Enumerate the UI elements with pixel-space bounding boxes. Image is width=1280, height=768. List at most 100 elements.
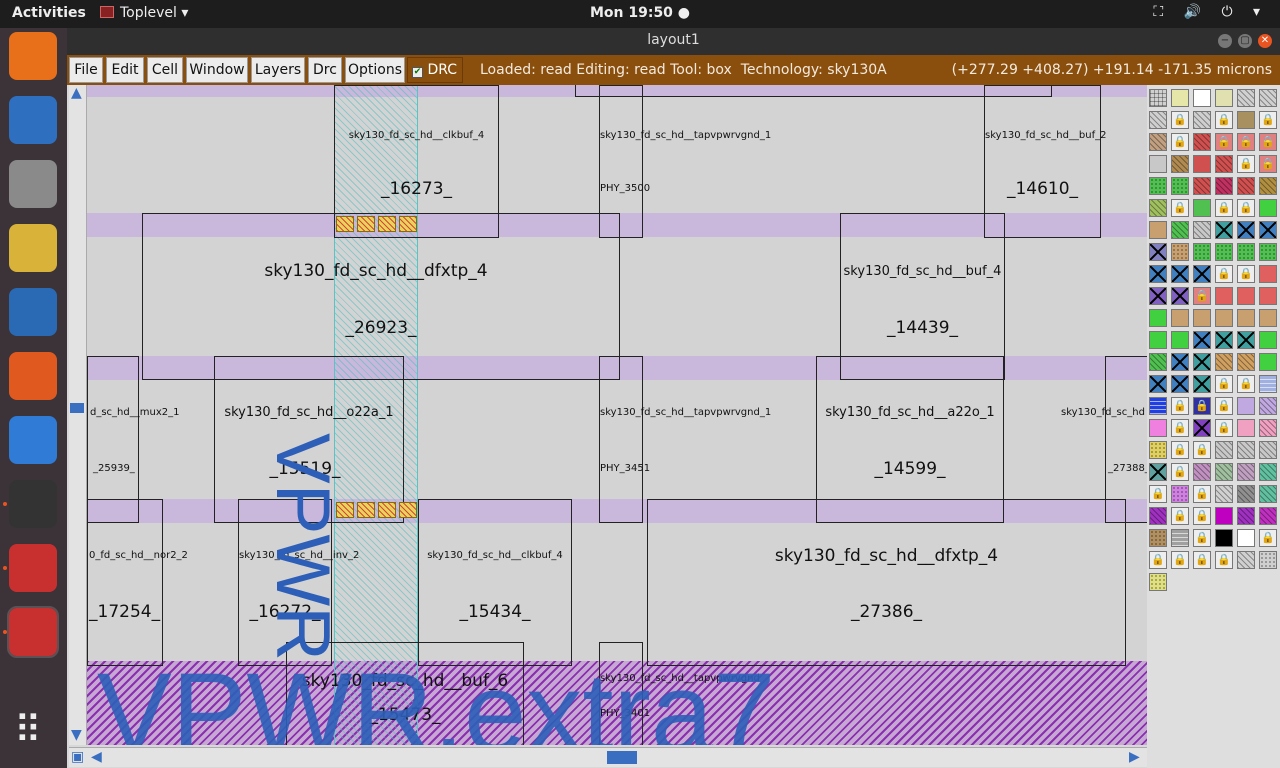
layer-swatch[interactable]: [1149, 573, 1167, 591]
layer-swatch[interactable]: [1259, 309, 1277, 327]
layer-swatch[interactable]: [1149, 243, 1167, 261]
layer-swatch[interactable]: [1215, 463, 1233, 481]
menu-layers[interactable]: Layers: [251, 57, 305, 83]
layer-swatch[interactable]: [1237, 441, 1255, 459]
layer-lock-icon[interactable]: 🔒: [1171, 551, 1189, 569]
layer-swatch[interactable]: [1171, 353, 1189, 371]
layer-lock-icon[interactable]: 🔒: [1215, 199, 1233, 217]
layer-swatch[interactable]: [1171, 89, 1189, 107]
layer-swatch[interactable]: [1215, 507, 1233, 525]
layer-swatch[interactable]: [1259, 287, 1277, 305]
layer-swatch[interactable]: [1237, 331, 1255, 349]
layer-swatch[interactable]: [1237, 419, 1255, 437]
layer-swatch[interactable]: [1237, 221, 1255, 239]
menu-drc[interactable]: Drc: [308, 57, 342, 83]
layer-lock-icon[interactable]: 🔒: [1193, 529, 1211, 547]
layer-swatch[interactable]: [1259, 441, 1277, 459]
layer-swatch[interactable]: [1237, 287, 1255, 305]
layer-lock-icon[interactable]: 🔒: [1171, 441, 1189, 459]
layer-swatch[interactable]: [1193, 463, 1211, 481]
layer-lock-icon[interactable]: 🔒: [1259, 133, 1277, 151]
layer-swatch[interactable]: [1259, 463, 1277, 481]
layer-swatch[interactable]: [1171, 177, 1189, 195]
layer-lock-icon[interactable]: 🔒: [1237, 265, 1255, 283]
layer-swatch[interactable]: [1149, 397, 1167, 415]
layer-lock-icon[interactable]: 🔒: [1193, 441, 1211, 459]
scroll-down-icon[interactable]: ▼: [71, 727, 82, 743]
layer-swatch[interactable]: [1259, 221, 1277, 239]
menu-options[interactable]: Options: [345, 57, 405, 83]
layer-swatch[interactable]: [1215, 529, 1233, 547]
layer-lock-icon[interactable]: 🔒: [1171, 199, 1189, 217]
layer-swatch[interactable]: [1149, 331, 1167, 349]
layer-lock-icon[interactable]: 🔒: [1215, 375, 1233, 393]
layer-swatch[interactable]: [1237, 397, 1255, 415]
layer-swatch[interactable]: [1215, 155, 1233, 173]
layer-swatch[interactable]: [1193, 221, 1211, 239]
layer-swatch[interactable]: [1237, 529, 1255, 547]
layer-swatch[interactable]: [1171, 375, 1189, 393]
layer-swatch[interactable]: [1171, 331, 1189, 349]
layer-swatch[interactable]: [1149, 177, 1167, 195]
menu-cell[interactable]: Cell: [147, 57, 183, 83]
activities-button[interactable]: Activities: [12, 5, 86, 21]
cell-box[interactable]: sky130_fd_sc_hd__buf_4 _14439_: [840, 213, 1005, 380]
minimize-icon[interactable]: −: [1218, 34, 1232, 48]
layer-swatch[interactable]: [1237, 243, 1255, 261]
layer-swatch[interactable]: [1237, 551, 1255, 569]
terminal-icon[interactable]: [9, 480, 57, 528]
layer-swatch[interactable]: [1237, 507, 1255, 525]
layer-swatch[interactable]: [1193, 133, 1211, 151]
layer-lock-icon[interactable]: 🔒: [1171, 507, 1189, 525]
thunderbird-icon[interactable]: [9, 96, 57, 144]
layer-swatch[interactable]: [1237, 89, 1255, 107]
layer-swatch[interactable]: [1259, 265, 1277, 283]
layer-swatch[interactable]: [1215, 89, 1233, 107]
layer-swatch[interactable]: [1149, 309, 1167, 327]
layer-swatch[interactable]: [1259, 243, 1277, 261]
layer-swatch[interactable]: [1237, 485, 1255, 503]
drc-toggle[interactable]: ✔ DRC: [407, 57, 463, 83]
layer-swatch[interactable]: [1193, 177, 1211, 195]
layer-swatch[interactable]: [1171, 155, 1189, 173]
scroll-left-icon[interactable]: ◀: [91, 749, 102, 765]
vertical-scrollbar[interactable]: ▲ ▼: [69, 85, 87, 745]
layer-swatch[interactable]: [1259, 397, 1277, 415]
layer-lock-icon[interactable]: 🔒: [1259, 111, 1277, 129]
layer-swatch[interactable]: [1149, 529, 1167, 547]
layer-swatch[interactable]: [1215, 353, 1233, 371]
layout-canvas[interactable]: sky130_fd_sc_hd__clkbuf_4 _16273_ sky130…: [87, 85, 1147, 745]
layer-swatch[interactable]: [1259, 353, 1277, 371]
layer-swatch[interactable]: [1149, 463, 1167, 481]
layer-lock-icon[interactable]: 🔒: [1193, 507, 1211, 525]
close-icon[interactable]: ✕: [1258, 34, 1272, 48]
layer-swatch[interactable]: [1193, 199, 1211, 217]
layer-swatch[interactable]: [1215, 331, 1233, 349]
magic-icon-2[interactable]: [7, 606, 59, 658]
layer-lock-icon[interactable]: 🔒: [1171, 397, 1189, 415]
layer-swatch[interactable]: [1149, 265, 1167, 283]
layer-lock-icon[interactable]: 🔒: [1193, 287, 1211, 305]
layer-swatch[interactable]: [1171, 309, 1189, 327]
layer-swatch[interactable]: [1193, 419, 1211, 437]
layer-swatch[interactable]: [1193, 309, 1211, 327]
layer-swatch[interactable]: [1259, 485, 1277, 503]
clock[interactable]: Mon 19:50 ●: [590, 5, 690, 21]
scroll-up-icon[interactable]: ▲: [71, 85, 82, 101]
layer-swatch[interactable]: [1259, 507, 1277, 525]
cell-box[interactable]: d_sc_hd__mux2_1 _25939_: [87, 356, 179, 523]
horizontal-scrollbar[interactable]: ▣ ◀ ▶: [69, 747, 1147, 767]
menu-window[interactable]: Window: [186, 57, 248, 83]
layer-swatch[interactable]: [1237, 177, 1255, 195]
layer-lock-icon[interactable]: 🔒: [1193, 551, 1211, 569]
layer-swatch[interactable]: [1149, 111, 1167, 129]
layer-swatch[interactable]: [1215, 441, 1233, 459]
layer-swatch[interactable]: [1215, 221, 1233, 239]
layer-swatch[interactable]: [1171, 529, 1189, 547]
layer-swatch[interactable]: [1193, 375, 1211, 393]
layer-swatch[interactable]: [1149, 155, 1167, 173]
layer-lock-icon[interactable]: 🔒: [1193, 397, 1211, 415]
layer-lock-icon[interactable]: 🔒: [1215, 419, 1233, 437]
scroll-right-icon[interactable]: ▶: [1129, 749, 1140, 765]
magic-icon[interactable]: [9, 544, 57, 592]
